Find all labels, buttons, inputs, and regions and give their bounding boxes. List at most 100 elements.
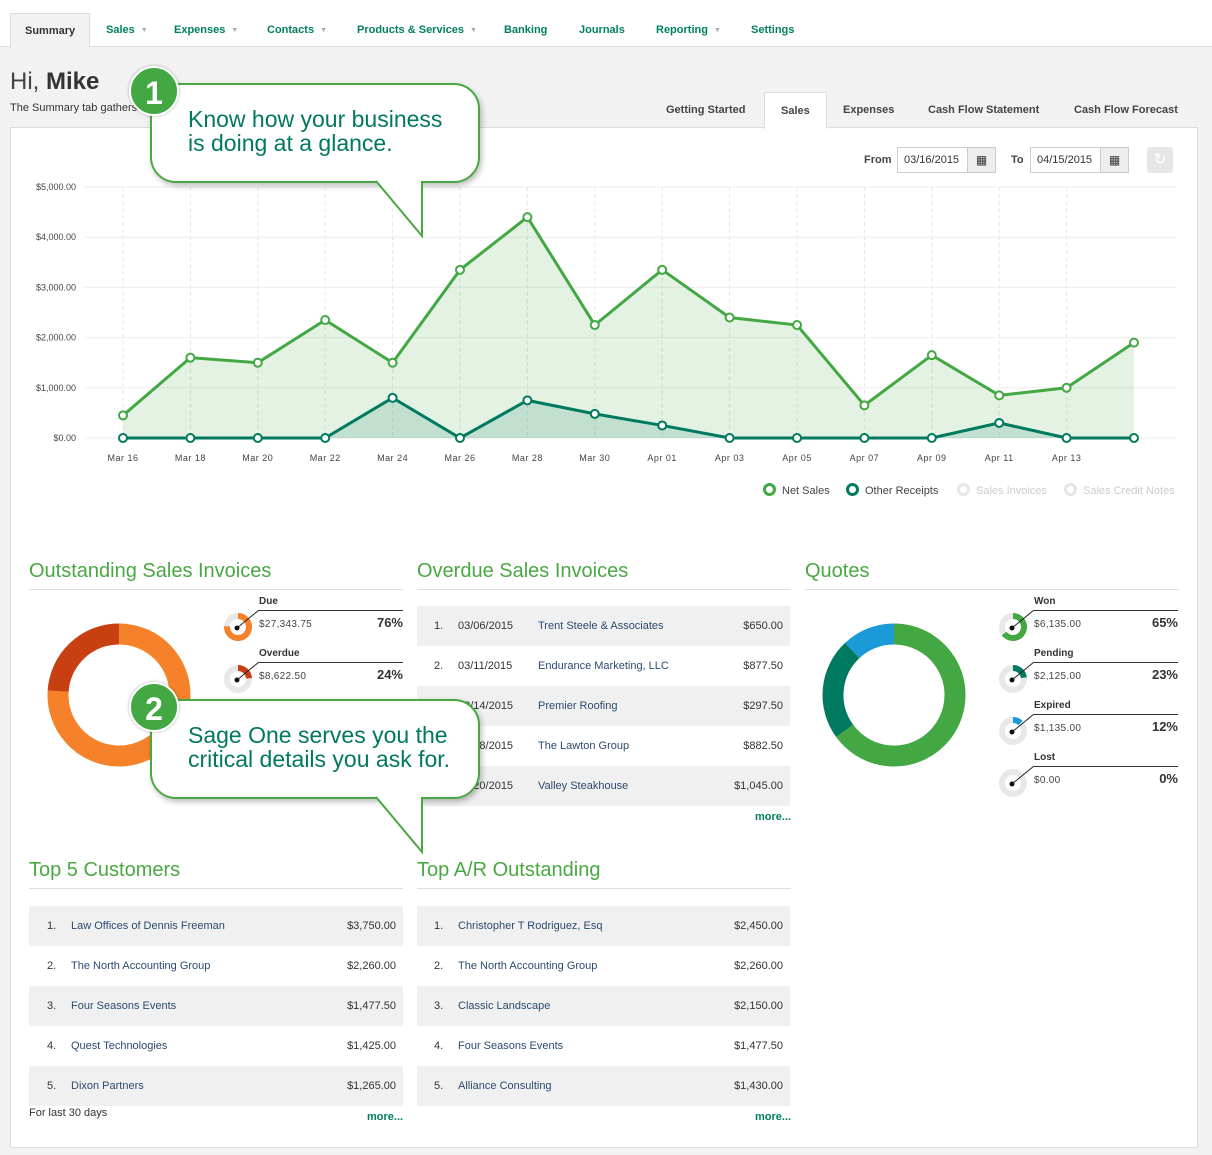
more-link[interactable]: more... bbox=[367, 1111, 403, 1123]
gauge-item-won[interactable]: Won $6,135.00 65% bbox=[998, 596, 1178, 648]
more-link[interactable]: more... bbox=[755, 811, 791, 823]
more-link[interactable]: more... bbox=[755, 1111, 791, 1123]
table-row[interactable]: 5. Dixon Partners $1,265.00 bbox=[29, 1066, 403, 1106]
subtab-expenses[interactable]: Expenses bbox=[827, 92, 910, 128]
nav-tab-banking[interactable]: Banking bbox=[490, 13, 561, 47]
legend-item-other-receipts[interactable]: Other Receipts bbox=[846, 483, 938, 497]
data-point[interactable] bbox=[118, 433, 128, 443]
table-row[interactable]: 5. Alliance Consulting $1,430.00 bbox=[417, 1066, 790, 1106]
to-calendar-icon[interactable]: ▦ bbox=[1101, 147, 1129, 173]
table-cell: 1. bbox=[434, 920, 444, 932]
table-row[interactable]: 1. Law Offices of Dennis Freeman $3,750.00 bbox=[29, 906, 403, 946]
gauge-item-overdue[interactable]: Overdue $8,622.50 24% bbox=[223, 648, 403, 700]
data-point[interactable] bbox=[185, 433, 196, 443]
legend-item-sales-credit-notes[interactable]: Sales Credit Notes bbox=[1064, 483, 1175, 497]
nav-tab-expenses[interactable]: Expenses ▼ bbox=[160, 13, 252, 47]
gauge-item-pending[interactable]: Pending $2,125.00 23% bbox=[998, 648, 1178, 700]
data-point[interactable] bbox=[522, 212, 533, 223]
subtab-getting-started[interactable]: Getting Started bbox=[650, 92, 761, 128]
data-point[interactable] bbox=[522, 395, 533, 406]
data-point[interactable] bbox=[387, 392, 398, 403]
table-cell: Alliance Consulting bbox=[458, 1080, 552, 1092]
to-date-input[interactable]: 04/15/2015 bbox=[1030, 147, 1101, 173]
callout-2: Sage One serves you the critical details … bbox=[150, 699, 480, 799]
nav-tab-label: Settings bbox=[751, 24, 795, 36]
data-point[interactable] bbox=[589, 320, 600, 331]
table-cell: $1,425.00 bbox=[347, 1040, 396, 1052]
subtab-cash-flow-forecast[interactable]: Cash Flow Forecast bbox=[1058, 92, 1194, 128]
chevron-down-icon: ▼ bbox=[470, 27, 477, 34]
gauge-item-expired[interactable]: Expired $1,135.00 12% bbox=[998, 700, 1178, 752]
legend-item-net-sales[interactable]: Net Sales bbox=[763, 483, 830, 497]
data-point[interactable] bbox=[320, 315, 331, 326]
data-point[interactable] bbox=[455, 264, 465, 275]
data-point[interactable] bbox=[118, 410, 128, 421]
nav-tab-sales[interactable]: Sales ▼ bbox=[92, 13, 162, 47]
donut-slice-pending[interactable] bbox=[822, 642, 860, 738]
section-title: Top A/R Outstanding bbox=[417, 859, 791, 889]
nav-tab-settings[interactable]: Settings bbox=[737, 13, 808, 47]
callout-text: critical details you ask for. bbox=[188, 746, 451, 772]
table-row[interactable]: 4. Four Seasons Events $1,477.50 bbox=[417, 1026, 790, 1066]
data-point[interactable] bbox=[387, 357, 398, 368]
data-point[interactable] bbox=[455, 433, 465, 443]
table-cell: Classic Landscape bbox=[458, 1000, 551, 1012]
section-title: Top 5 Customers bbox=[29, 859, 403, 889]
nav-tab-reporting[interactable]: Reporting ▼ bbox=[642, 13, 735, 47]
data-point[interactable] bbox=[1061, 382, 1072, 393]
gauge-label: Overdue bbox=[259, 648, 300, 659]
data-point[interactable] bbox=[589, 408, 600, 419]
data-point[interactable] bbox=[1129, 337, 1139, 348]
data-point[interactable] bbox=[1129, 433, 1139, 443]
gauge-percent: 65% bbox=[1151, 615, 1178, 630]
donut-slice-expired[interactable] bbox=[845, 623, 895, 659]
table-cell: 1. bbox=[434, 620, 444, 632]
table-cell: 2. bbox=[47, 960, 57, 972]
data-point[interactable] bbox=[1061, 433, 1072, 443]
data-point[interactable] bbox=[994, 417, 1005, 428]
refresh-icon[interactable]: ↻ bbox=[1147, 147, 1173, 173]
data-point[interactable] bbox=[926, 433, 937, 443]
table-row[interactable]: 2. The North Accounting Group $2,260.00 bbox=[417, 946, 790, 986]
nav-tab-summary[interactable]: Summary bbox=[10, 13, 91, 48]
to-label: To bbox=[1011, 154, 1024, 166]
from-date-input[interactable]: 03/16/2015 bbox=[897, 147, 968, 173]
table-row[interactable]: 2. 03/11/2015 Endurance Marketing, LLC $877… bbox=[417, 646, 790, 686]
data-point[interactable] bbox=[724, 312, 735, 323]
table-row[interactable]: 3. Four Seasons Events $1,477.50 bbox=[29, 986, 403, 1026]
table-cell: 3. bbox=[434, 1000, 444, 1012]
table-row[interactable]: 3. Classic Landscape $2,150.00 bbox=[417, 986, 790, 1026]
nav-tab-journals[interactable]: Journals bbox=[565, 13, 639, 47]
nav-tab-contacts[interactable]: Contacts ▼ bbox=[253, 13, 341, 47]
data-point[interactable] bbox=[657, 420, 668, 431]
legend-marker-icon bbox=[957, 483, 970, 496]
table-cell: $1,477.50 bbox=[734, 1040, 783, 1052]
subtab-cash-flow-statement[interactable]: Cash Flow Statement bbox=[912, 92, 1055, 128]
gauge-item-lost[interactable]: Lost $0.00 0% bbox=[998, 752, 1178, 804]
nav-tab-products-services[interactable]: Products & Services ▼ bbox=[343, 13, 491, 47]
subtab-sales[interactable]: Sales bbox=[764, 92, 827, 129]
data-point[interactable] bbox=[252, 433, 263, 443]
data-point[interactable] bbox=[724, 433, 735, 443]
gauge-label: Pending bbox=[1034, 648, 1074, 659]
legend-marker-icon bbox=[1064, 483, 1077, 496]
data-point[interactable] bbox=[252, 357, 263, 368]
data-point[interactable] bbox=[926, 350, 937, 361]
data-point[interactable] bbox=[859, 433, 870, 443]
legend-item-sales-invoices[interactable]: Sales Invoices bbox=[957, 483, 1047, 497]
table-cell: $2,450.00 bbox=[734, 920, 783, 932]
from-calendar-icon[interactable]: ▦ bbox=[968, 147, 996, 173]
table-row[interactable]: 1. Christopher T Rodriguez, Esq $2,450.00 bbox=[417, 906, 790, 946]
table-row[interactable]: 4. Quest Technologies $1,425.00 bbox=[29, 1026, 403, 1066]
data-point[interactable] bbox=[185, 352, 196, 363]
data-point[interactable] bbox=[320, 433, 331, 443]
gauge-item-due[interactable]: Due $27,343.75 76% bbox=[223, 596, 403, 648]
data-point[interactable] bbox=[792, 320, 802, 331]
data-point[interactable] bbox=[859, 400, 870, 411]
table-row[interactable]: 1. 03/06/2015 Trent Steele & Associates $65… bbox=[417, 606, 790, 646]
table-row[interactable]: 2. The North Accounting Group $2,260.00 bbox=[29, 946, 403, 986]
data-point[interactable] bbox=[994, 390, 1005, 401]
donut-slice-overdue[interactable] bbox=[47, 623, 120, 693]
data-point[interactable] bbox=[792, 433, 802, 443]
data-point[interactable] bbox=[657, 264, 668, 275]
